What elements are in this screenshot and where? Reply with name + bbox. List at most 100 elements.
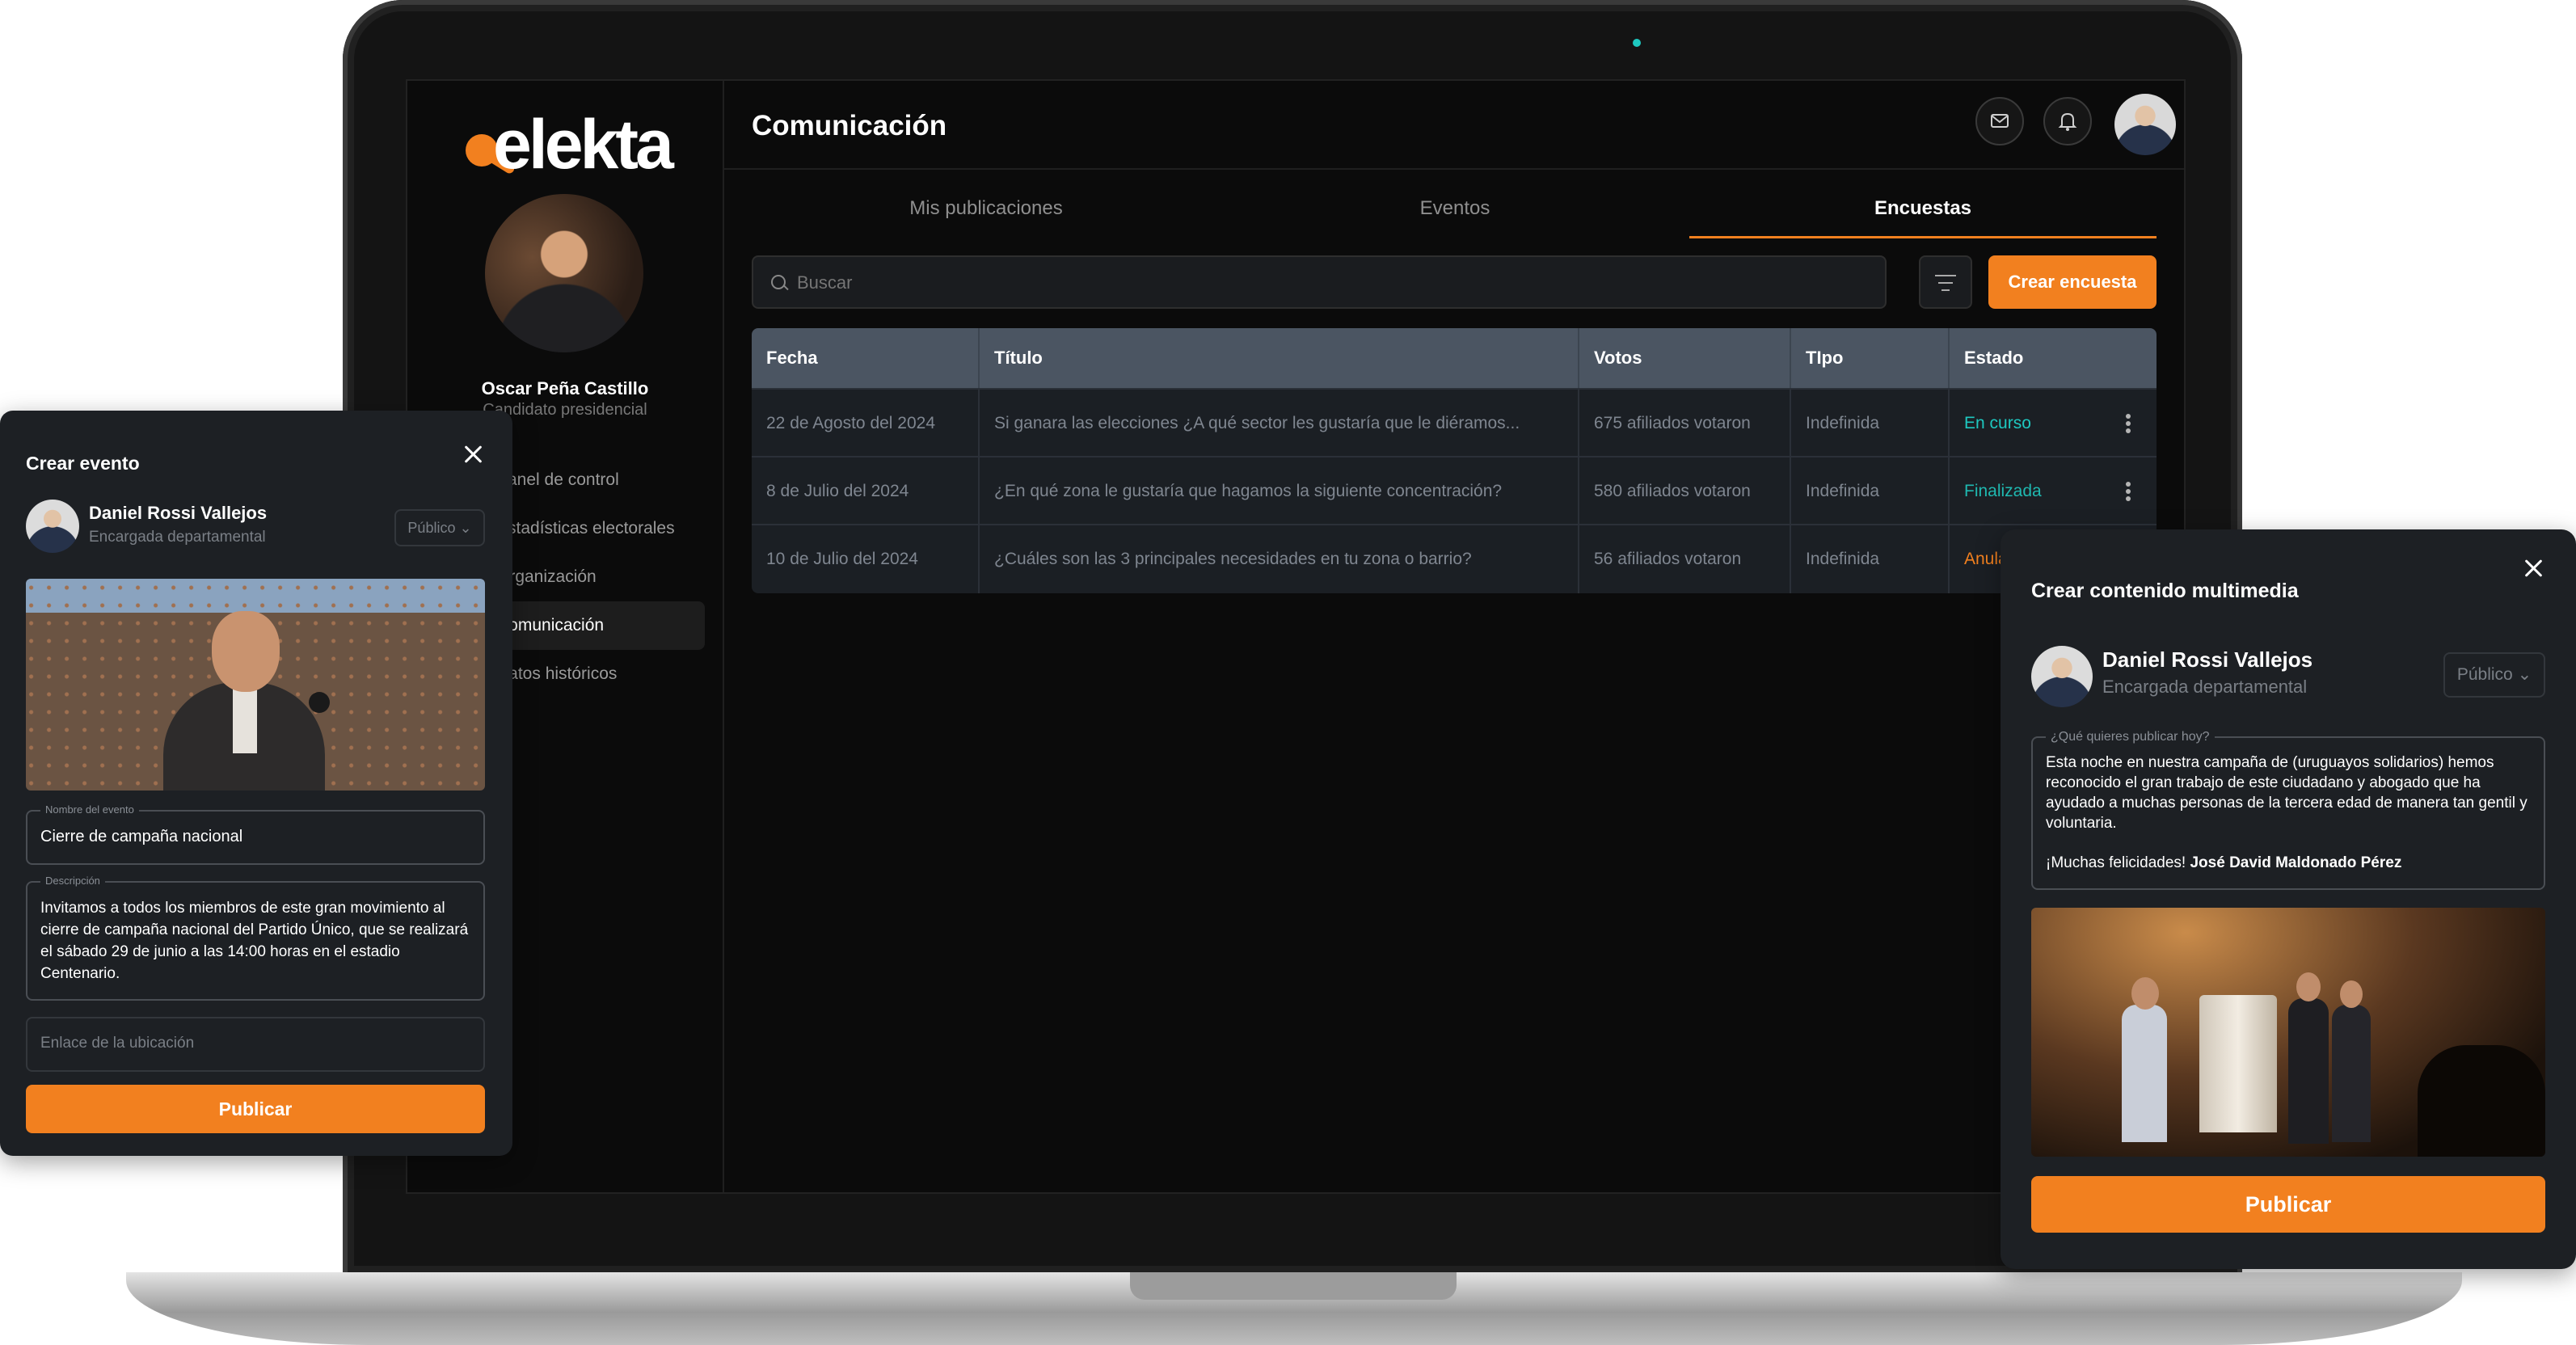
mail-icon (1991, 114, 2009, 128)
tab-eventos[interactable]: Eventos (1221, 197, 1689, 236)
avatar (26, 500, 79, 553)
person-head (2296, 972, 2321, 1001)
podium (2199, 995, 2277, 1132)
user-name: Daniel Rossi Vallejos (2102, 647, 2313, 672)
cell-tipo: Indefinida (1806, 482, 1880, 500)
chevron-down-icon: ⌄ (2517, 665, 2532, 684)
privacy-select[interactable]: Público ⌄ (394, 509, 485, 546)
post-congrats-line: ¡Muchas felicidades! José David Maldonad… (2046, 854, 2531, 872)
column-header-estado[interactable]: Estado (1950, 328, 2157, 388)
header-divider (724, 168, 2184, 170)
field-label: ¿Qué quieres publicar hoy? (2046, 730, 2215, 744)
search-input[interactable] (795, 257, 1849, 309)
cell-fecha: 8 de Julio del 2024 (766, 482, 909, 500)
more-options-icon[interactable] (2126, 482, 2131, 501)
search-bar[interactable] (752, 255, 1887, 309)
description-value: Invitamos a todos los miembros de este g… (40, 900, 469, 982)
publish-button[interactable]: Publicar (26, 1085, 485, 1133)
logo-text: elekta (493, 106, 674, 183)
user-name: Daniel Rossi Vallejos (89, 503, 268, 523)
privacy-select[interactable]: Público ⌄ (2443, 652, 2545, 698)
cell-fecha: 10 de Julio del 2024 (766, 550, 918, 568)
person-figure (2122, 1005, 2167, 1142)
profile-name: Oscar Peña Castillo (481, 378, 649, 398)
person-figure (2288, 998, 2329, 1144)
create-event-modal: Crear evento Daniel Rossi Vallejos Encar… (0, 411, 512, 1156)
cell-titulo: ¿Cuáles son las 3 principales necesidade… (994, 550, 1472, 568)
column-header-fecha[interactable]: Fecha (752, 328, 978, 388)
surveys-table: Fecha Título Votos TIpo Estado 22 de Ago… (752, 328, 2157, 593)
page-title: Comunicación (752, 110, 947, 141)
filter-button[interactable] (1919, 255, 1972, 309)
cell-fecha: 22 de Agosto del 2024 (766, 414, 936, 432)
post-content-field[interactable]: ¿Qué quieres publicar hoy? Esta noche en… (2031, 730, 2545, 890)
privacy-value: Público (407, 520, 456, 536)
event-name-field[interactable]: Nombre del evento Cierre de campaña naci… (26, 803, 485, 865)
mail-button[interactable] (1975, 97, 2024, 145)
person-figure (2332, 1005, 2371, 1142)
bell-icon (2058, 112, 2077, 131)
table-row[interactable]: 22 de Agosto del 2024 Si ganara las elec… (752, 388, 2157, 457)
table-header: Fecha Título Votos TIpo Estado (752, 328, 2157, 388)
modal-title: Crear contenido multimedia (2031, 580, 2299, 602)
table-row[interactable]: 8 de Julio del 2024 ¿En qué zona le gust… (752, 456, 2157, 525)
user-role: Encargada departamental (2102, 677, 2308, 697)
table-row[interactable]: 10 de Julio del 2024 ¿Cuáles son las 3 p… (752, 524, 2157, 593)
status-badge: En curso (1964, 414, 2031, 432)
user-avatar[interactable] (2114, 94, 2176, 155)
event-image (26, 579, 485, 791)
cell-votos: 580 afiliados votaron (1594, 482, 1751, 500)
location-placeholder: Enlace de la ubicación (40, 1035, 195, 1052)
close-icon[interactable] (2523, 557, 2545, 580)
speaker-figure (163, 611, 325, 791)
column-header-titulo[interactable]: Título (980, 328, 1578, 388)
column-header-tipo[interactable]: TIpo (1791, 328, 1948, 388)
field-label: Descripción (40, 875, 105, 887)
more-options-icon[interactable] (2126, 414, 2131, 433)
location-field[interactable]: Enlace de la ubicación (26, 1017, 485, 1072)
microphone-icon (309, 692, 330, 713)
description-field[interactable]: Descripción Invitamos a todos los miembr… (26, 875, 485, 1001)
modal-title: Crear evento (26, 453, 140, 474)
tab-label: Eventos (1419, 197, 1490, 219)
post-mention[interactable]: José David Maldonado Pérez (2190, 854, 2401, 871)
tab-label: Mis publicaciones (909, 197, 1063, 219)
column-header-votos[interactable]: Votos (1579, 328, 1790, 388)
audience-silhouette (2418, 1045, 2545, 1157)
main-content: Comunicación Mis publicaciones Eventos E… (724, 81, 2184, 1192)
camera-dot (1633, 39, 1641, 47)
notifications-button[interactable] (2043, 97, 2092, 145)
cell-tipo: Indefinida (1806, 414, 1880, 432)
status-badge: Finalizada (1964, 482, 2042, 500)
app-screen: elekta Oscar Peña Castillo Candidato pre… (406, 79, 2186, 1194)
avatar (2031, 646, 2093, 707)
sidebar-item-label: Panel de control (496, 470, 619, 489)
event-name-value: Cierre de campaña nacional (40, 828, 243, 845)
sidebar-item-label: Datos históricos (496, 664, 618, 683)
publish-button[interactable]: Publicar (2031, 1176, 2545, 1233)
speaker-head (212, 611, 280, 692)
cell-titulo: Si ganara las elecciones ¿A qué sector l… (994, 414, 1520, 432)
laptop-notch (1130, 1272, 1457, 1300)
post-congrats: ¡Muchas felicidades! (2046, 854, 2186, 871)
cell-titulo: ¿En qué zona le gustaría que hagamos la … (994, 482, 1503, 500)
person-head (2340, 980, 2363, 1008)
speaker-shirt (233, 689, 257, 753)
person-head (2131, 977, 2159, 1010)
field-label: Nombre del evento (40, 803, 139, 816)
search-icon (771, 275, 786, 289)
media-image (2031, 908, 2545, 1157)
post-body: Esta noche en nuestra campaña de (urugua… (2046, 754, 2528, 832)
sidebar-item-label: Estadísticas electorales (496, 519, 675, 538)
cell-tipo: Indefinida (1806, 550, 1880, 568)
cell-votos: 56 afiliados votaron (1594, 550, 1742, 568)
tab-mis-publicaciones[interactable]: Mis publicaciones (752, 197, 1221, 236)
privacy-value: Público (2456, 665, 2513, 684)
chevron-down-icon: ⌄ (459, 520, 472, 536)
create-media-modal: Crear contenido multimedia Daniel Rossi … (2001, 529, 2576, 1269)
close-icon[interactable] (462, 443, 485, 466)
create-survey-button[interactable]: Crear encuesta (1988, 255, 2157, 309)
profile-photo (485, 194, 643, 352)
tab-label: Encuestas (1874, 197, 1972, 219)
tab-encuestas[interactable]: Encuestas (1689, 197, 2157, 238)
